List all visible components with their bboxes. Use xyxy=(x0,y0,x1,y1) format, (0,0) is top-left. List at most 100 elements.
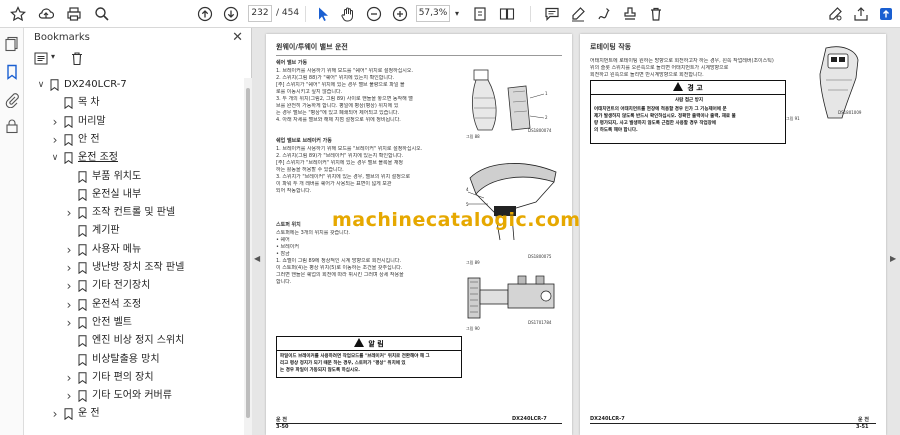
warning-box: 경 고 사람 접근 방지 어태치먼트의 어태치먼트를 현장에 적용할 경우 인가… xyxy=(590,80,786,144)
bookmark-item[interactable]: › 안전 벨트 xyxy=(24,314,242,332)
page-number-input[interactable]: 232 xyxy=(248,5,272,22)
fit-page-icon[interactable] xyxy=(470,4,490,24)
comment-icon[interactable] xyxy=(542,4,562,24)
figure-89-pedal-illustration: 4 5 xyxy=(466,163,557,241)
text-line: • 브레이커 xyxy=(276,244,299,250)
bookmark-item[interactable]: › 냉난방 장치 조작 판넬 xyxy=(24,259,242,277)
bookmark-icon xyxy=(78,353,87,366)
chevron-right-icon[interactable]: › xyxy=(64,314,74,332)
chevron-right-icon[interactable]: › xyxy=(64,296,74,314)
document-viewer: ◀ ▶ 원웨이/투웨이 밸브 운전 쉐어 밸브 가동 1. 브레이커를 사용하기… xyxy=(252,28,900,435)
cloud-upload-icon[interactable] xyxy=(36,4,56,24)
bookmark-item[interactable]: › 기타 편의 장치 xyxy=(24,369,242,387)
bookmark-item[interactable]: 엔진 비상 정지 스위치 xyxy=(24,332,242,350)
bookmark-icon xyxy=(78,189,87,201)
page-title: 원웨이/투웨이 밸브 운전 xyxy=(276,43,348,51)
chevron-right-icon[interactable]: › xyxy=(64,369,74,387)
chevron-down-icon[interactable]: ∨ xyxy=(50,149,60,167)
section-body: 1. 브레이커를 사용하기 위해 모드를 "쉐어" 위치로 설정하십시오. 2. … xyxy=(276,68,466,124)
chevron-right-icon[interactable]: › xyxy=(64,241,74,259)
bookmark-item[interactable]: › 안 전 xyxy=(24,131,242,149)
chevron-down-icon[interactable]: ▾ xyxy=(51,52,55,61)
previous-page-icon[interactable] xyxy=(195,4,215,24)
bookmark-item[interactable]: 목 차 xyxy=(24,94,242,112)
chevron-down-icon[interactable]: ∨ xyxy=(36,76,46,94)
bookmark-label: 머리말 xyxy=(78,115,106,127)
text-line: 합니다. xyxy=(276,279,292,285)
chevron-right-icon[interactable]: › xyxy=(64,387,74,405)
trash-icon[interactable] xyxy=(646,4,666,24)
next-page-icon[interactable] xyxy=(221,4,241,24)
bookmark-label: 조작 컨트롤 및 판넬 xyxy=(92,207,176,219)
text-line: 스토퍼에는 3개의 위치를 갖습니다. xyxy=(276,230,350,236)
two-page-view-icon[interactable] xyxy=(497,4,517,24)
page-total-label: / 454 xyxy=(276,8,300,18)
bookmark-item[interactable]: › 기타 전기장치 xyxy=(24,277,242,295)
bookmark-item[interactable]: › 사용자 메뉴 xyxy=(24,241,242,259)
chevron-right-icon[interactable]: › xyxy=(64,277,74,295)
bookmark-item[interactable]: ∨ 운전 조정 xyxy=(24,149,242,167)
scroll-left-icon[interactable]: ◀ xyxy=(254,254,262,263)
section-title: 스토퍼 위치 xyxy=(276,222,301,228)
main-toolbar: 232 / 454 57,3% ▾ xyxy=(0,0,900,28)
bookmark-item[interactable]: › 머리말 xyxy=(24,113,242,131)
bookmark-icon xyxy=(78,298,87,311)
bookmark-item[interactable]: › 기타 도어와 커버류 xyxy=(24,387,242,405)
share-icon[interactable] xyxy=(851,4,871,24)
footer-rule xyxy=(590,423,876,424)
navigation-rail xyxy=(0,28,24,435)
bookmark-item[interactable]: 부품 위치도 xyxy=(24,168,242,186)
delete-bookmark-icon[interactable] xyxy=(70,51,84,66)
notice-body: 파일이드 브레이커를 사용하려면 작업모드를 "브레이커" 위치로 전환해야 해… xyxy=(280,353,460,374)
text-line: 제가 발생하지 않도록 반드시 확인하십시오. 정확한 출력이나 출력, 재료 … xyxy=(594,114,736,119)
chevron-down-icon[interactable]: ▾ xyxy=(452,4,462,24)
bookmark-icon xyxy=(78,390,87,403)
hand-tool-icon[interactable] xyxy=(338,4,358,24)
select-cursor-icon[interactable] xyxy=(313,4,333,24)
close-icon[interactable]: ✕ xyxy=(232,30,243,45)
warning-subtitle: 사람 접근 방지 xyxy=(675,98,703,103)
bookmark-panel-icon[interactable] xyxy=(4,64,20,80)
chevron-right-icon[interactable]: › xyxy=(64,259,74,277)
bookmark-item[interactable]: › 조작 컨트롤 및 판넬 xyxy=(24,204,242,222)
chevron-right-icon[interactable]: › xyxy=(50,131,60,149)
star-icon[interactable] xyxy=(8,4,28,24)
stamp-icon[interactable] xyxy=(620,4,640,24)
bookmarks-scrollbar[interactable] xyxy=(244,78,252,435)
zoom-in-icon[interactable] xyxy=(390,4,410,24)
text-line: 위의 슬롯 스위치를 오른쪽으로 돌리면 어태치먼트가 시계방향으로 xyxy=(590,65,729,71)
search-icon[interactable] xyxy=(92,4,112,24)
chevron-right-icon[interactable]: › xyxy=(64,204,74,222)
scrollbar-thumb[interactable] xyxy=(246,88,250,418)
scroll-right-icon[interactable]: ▶ xyxy=(890,254,898,263)
print-icon[interactable] xyxy=(64,4,84,24)
section-body: 어태치먼트에 로테이팅 원하는 방향으로 회전하고자 하는 경우, 왼쪽 작업레… xyxy=(590,58,786,79)
bookmark-item[interactable]: ∨ DX240LCR-7 xyxy=(24,76,242,94)
text-line: 1. 브레이커를 사용하기 위해 모드를 "쉐어" 위치로 설정하십시오. xyxy=(276,68,414,74)
bookmark-label: 운전 조정 xyxy=(78,152,118,164)
attachment-icon[interactable] xyxy=(4,92,20,109)
bookmark-item[interactable]: 운전실 내부 xyxy=(24,186,242,204)
pages-thumbnail-icon[interactable] xyxy=(4,36,20,52)
bookmark-item[interactable]: › 운전석 조정 xyxy=(24,296,242,314)
edit-sign-icon[interactable] xyxy=(825,4,845,24)
upload-icon[interactable] xyxy=(876,4,896,24)
bookmark-item[interactable]: 비상탈출용 망치 xyxy=(24,351,242,369)
chevron-right-icon[interactable]: › xyxy=(50,405,60,423)
bookmark-icon xyxy=(78,243,87,256)
chevron-right-icon[interactable]: › xyxy=(50,113,60,131)
bookmarks-panel: Bookmarks ✕ ▾ ∨ DX240LCR-7 목 차 › 머리말 › 안 전 ∨ 운전 … xyxy=(24,28,252,435)
footer-model: DX240LCR-7 xyxy=(512,416,547,422)
bookmark-item[interactable]: › 운 전 xyxy=(24,405,242,423)
bookmark-label: 목 차 xyxy=(78,97,100,109)
highlight-pen-icon[interactable] xyxy=(568,4,588,24)
document-page-left: 원웨이/투웨이 밸브 운전 쉐어 밸브 가동 1. 브레이커를 사용하기 위해 … xyxy=(266,34,572,435)
lock-icon[interactable] xyxy=(4,118,20,134)
zoom-out-icon[interactable] xyxy=(364,4,384,24)
bookmark-options-icon[interactable] xyxy=(34,52,50,66)
bookmarks-toolbar: ▾ xyxy=(34,50,234,68)
bookmark-item[interactable]: 계기판 xyxy=(24,222,242,240)
footer-page-number: 3-51 xyxy=(856,424,869,430)
draw-icon[interactable] xyxy=(594,4,614,24)
zoom-level-input[interactable]: 57,3% xyxy=(416,5,450,22)
